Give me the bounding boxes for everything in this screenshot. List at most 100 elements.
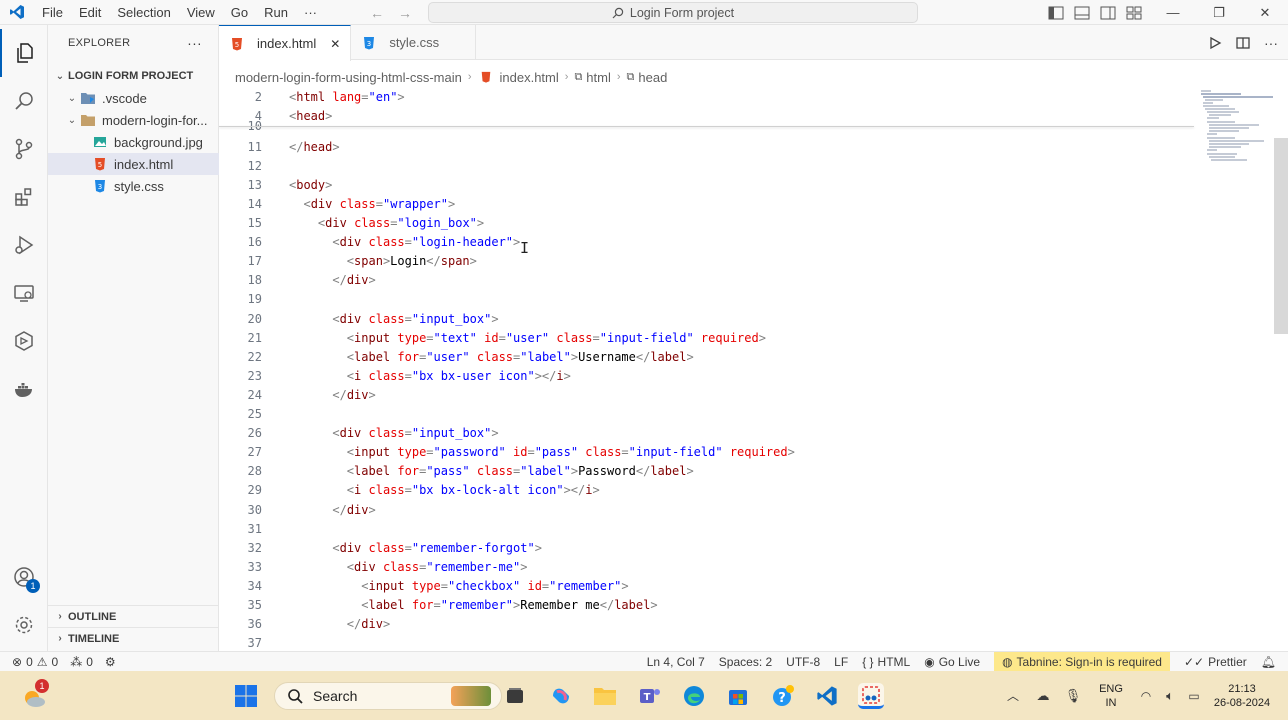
- notifications-bell-icon[interactable]: 🔔︎: [1261, 655, 1276, 669]
- code-line[interactable]: 25: [219, 405, 1199, 424]
- wifi-icon[interactable]: ◠: [1134, 689, 1158, 703]
- microsoft-store-icon[interactable]: [725, 683, 751, 709]
- microphone-icon[interactable]: 🎙︎: [1058, 688, 1088, 704]
- source-control-icon[interactable]: [0, 125, 48, 173]
- breadcrumb-file[interactable]: index.html: [500, 70, 559, 85]
- explorer-more-actions[interactable]: ···: [187, 35, 202, 51]
- clock[interactable]: 21:13 26-08-2024: [1206, 682, 1278, 710]
- settings-gear-icon[interactable]: [0, 601, 48, 649]
- code-editor[interactable]: 2 <html lang="en"> 4 <head> 10 11 </head> 12 13 <…: [219, 88, 1288, 651]
- code-line[interactable]: 18 </div>: [219, 271, 1199, 290]
- restore-icon[interactable]: ❐: [1196, 0, 1242, 25]
- accounts-icon[interactable]: 1: [0, 553, 48, 601]
- minimap[interactable]: [1199, 88, 1274, 178]
- show-hidden-icons-icon[interactable]: ︿: [998, 687, 1028, 704]
- code-line[interactable]: 12: [219, 157, 1199, 176]
- tree-item-vscode[interactable]: ⌄ .vscode: [48, 87, 219, 109]
- code-line[interactable]: 36 </div>: [219, 615, 1199, 634]
- weather-widget-icon[interactable]: 1: [20, 679, 49, 711]
- code-line[interactable]: 17 <span>Login</span>: [219, 252, 1199, 271]
- copilot-icon[interactable]: [548, 683, 574, 709]
- explorer-icon[interactable]: [0, 29, 48, 77]
- extensions-icon[interactable]: [0, 173, 48, 221]
- tree-item-background-jpg[interactable]: background.jpg: [48, 131, 219, 153]
- prettier-status[interactable]: ✓✓ Prettier: [1184, 655, 1247, 669]
- breadcrumb-head[interactable]: head: [638, 70, 667, 85]
- onedrive-icon[interactable]: ☁︎: [1028, 688, 1058, 704]
- command-center[interactable]: Login Form project: [428, 2, 918, 23]
- run-debug-icon[interactable]: [0, 221, 48, 269]
- menu-file[interactable]: File: [34, 0, 71, 25]
- menu-more[interactable]: ···: [296, 0, 325, 25]
- more-actions-icon[interactable]: ···: [1264, 35, 1278, 51]
- code-line[interactable]: 21 <input type="text" id="user" class="i…: [219, 329, 1199, 348]
- timeline-section[interactable]: › TIMELINE: [48, 627, 219, 649]
- project-folder-header[interactable]: ⌄ LOGIN FORM PROJECT: [48, 65, 219, 87]
- code-line[interactable]: 27 <input type="password" id="pass" clas…: [219, 443, 1199, 462]
- toggle-panel-icon[interactable]: [1074, 6, 1090, 20]
- battery-icon[interactable]: ▭: [1182, 689, 1206, 703]
- code-line[interactable]: 2 <html lang="en">: [219, 88, 1199, 107]
- code-line[interactable]: 29 <i class="bx bx-lock-alt icon"></i>: [219, 481, 1199, 500]
- docker-icon[interactable]: [0, 365, 48, 413]
- code-line[interactable]: 11 </head>: [219, 138, 1199, 157]
- toggle-primary-sidebar-icon[interactable]: [1048, 6, 1064, 20]
- snipping-tool-icon[interactable]: [858, 683, 884, 709]
- minimize-icon[interactable]: —: [1150, 0, 1196, 25]
- code-line[interactable]: 34 <input type="checkbox" id="remember">: [219, 577, 1199, 596]
- toggle-secondary-sidebar-icon[interactable]: [1100, 6, 1116, 20]
- code-line[interactable]: 28 <label for="pass" class="label">Passw…: [219, 462, 1199, 481]
- close-window-icon[interactable]: ✕: [1242, 0, 1288, 25]
- tree-item-modern-login-folder[interactable]: ⌄ modern-login-for...: [48, 109, 219, 131]
- teams-icon[interactable]: T: [637, 683, 663, 709]
- remote-explorer-icon[interactable]: [0, 269, 48, 317]
- code-line[interactable]: 32 <div class="remember-forgot">: [219, 539, 1199, 558]
- search-icon[interactable]: [0, 77, 48, 125]
- outline-section[interactable]: › OUTLINE: [48, 605, 219, 627]
- windows-start-icon[interactable]: [233, 683, 259, 709]
- task-view-icon[interactable]: [502, 683, 528, 709]
- menu-go[interactable]: Go: [223, 0, 256, 25]
- forward-arrow-icon[interactable]: →: [398, 5, 412, 21]
- breadcrumb-folder[interactable]: modern-login-form-using-html-css-main: [235, 70, 462, 85]
- ports-indicator[interactable]: ⁂ 0: [70, 655, 93, 669]
- code-line[interactable]: 37: [219, 634, 1199, 651]
- tabnine-status[interactable]: ◍ Tabnine: Sign-in is required: [994, 652, 1170, 672]
- vscode-taskbar-icon[interactable]: [814, 683, 840, 709]
- menu-edit[interactable]: Edit: [71, 0, 109, 25]
- help-app-icon[interactable]: ?: [770, 683, 796, 709]
- taskbar-search[interactable]: Search: [274, 682, 502, 710]
- tab-index-html[interactable]: 5 index.html ✕: [219, 25, 352, 61]
- code-line[interactable]: 20 <div class="input_box">: [219, 310, 1199, 329]
- volume-icon[interactable]: 🔈︎: [1158, 688, 1182, 704]
- file-explorer-icon[interactable]: [592, 683, 618, 709]
- menu-run[interactable]: Run: [256, 0, 296, 25]
- back-arrow-icon[interactable]: ←: [370, 5, 384, 21]
- vertical-scrollbar[interactable]: [1274, 138, 1288, 334]
- code-line[interactable]: 31: [219, 520, 1199, 539]
- encoding[interactable]: UTF-8: [786, 655, 820, 669]
- vscode-logo-icon[interactable]: [0, 0, 34, 25]
- live-share-icon[interactable]: [0, 317, 48, 365]
- cursor-position[interactable]: Ln 4, Col 7: [647, 655, 705, 669]
- language-indicator[interactable]: ENG IN: [1088, 682, 1134, 710]
- code-line[interactable]: 16 <div class="login-header">: [219, 233, 1199, 252]
- breadcrumb-html[interactable]: html: [586, 70, 611, 85]
- end-of-line[interactable]: LF: [834, 655, 848, 669]
- code-line[interactable]: 33 <div class="remember-me">: [219, 558, 1199, 577]
- code-line[interactable]: 26 <div class="input_box">: [219, 424, 1199, 443]
- code-line[interactable]: 23 <i class="bx bx-user icon"></i>: [219, 367, 1199, 386]
- code-line[interactable]: 24 </div>: [219, 386, 1199, 405]
- code-line[interactable]: 14 <div class="wrapper">: [219, 195, 1199, 214]
- menu-view[interactable]: View: [179, 0, 223, 25]
- code-line[interactable]: 19: [219, 290, 1199, 309]
- problems-indicator[interactable]: ⊗ 0 ⚠ 0: [12, 655, 58, 669]
- run-file-icon[interactable]: [1208, 36, 1222, 50]
- code-line[interactable]: 30 </div>: [219, 501, 1199, 520]
- tree-item-index-html[interactable]: 5 index.html: [48, 153, 219, 175]
- tree-item-style-css[interactable]: 3 style.css: [48, 175, 219, 197]
- debug-tool-icon[interactable]: ⚙: [105, 655, 116, 669]
- go-live-button[interactable]: ◉ Go Live: [924, 655, 980, 669]
- edge-browser-icon[interactable]: [681, 683, 707, 709]
- code-line[interactable]: 35 <label for="remember">Remember me</la…: [219, 596, 1199, 615]
